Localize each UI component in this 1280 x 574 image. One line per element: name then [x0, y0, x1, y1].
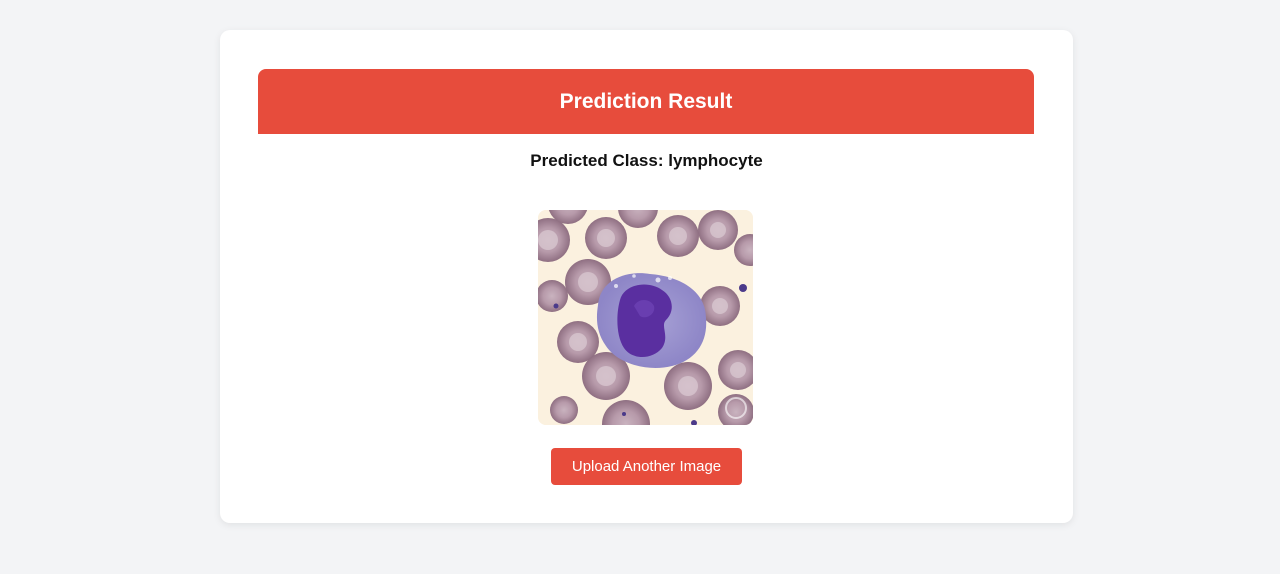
upload-another-image-button[interactable]: Upload Another Image	[551, 448, 742, 485]
predicted-class-text: Predicted Class: lymphocyte	[530, 151, 763, 170]
result-card: Prediction Result Predicted Class: lymph…	[220, 30, 1073, 523]
uploaded-cell-image	[538, 210, 753, 425]
result-header: Prediction Result	[258, 69, 1034, 134]
page-title: Prediction Result	[559, 89, 733, 113]
